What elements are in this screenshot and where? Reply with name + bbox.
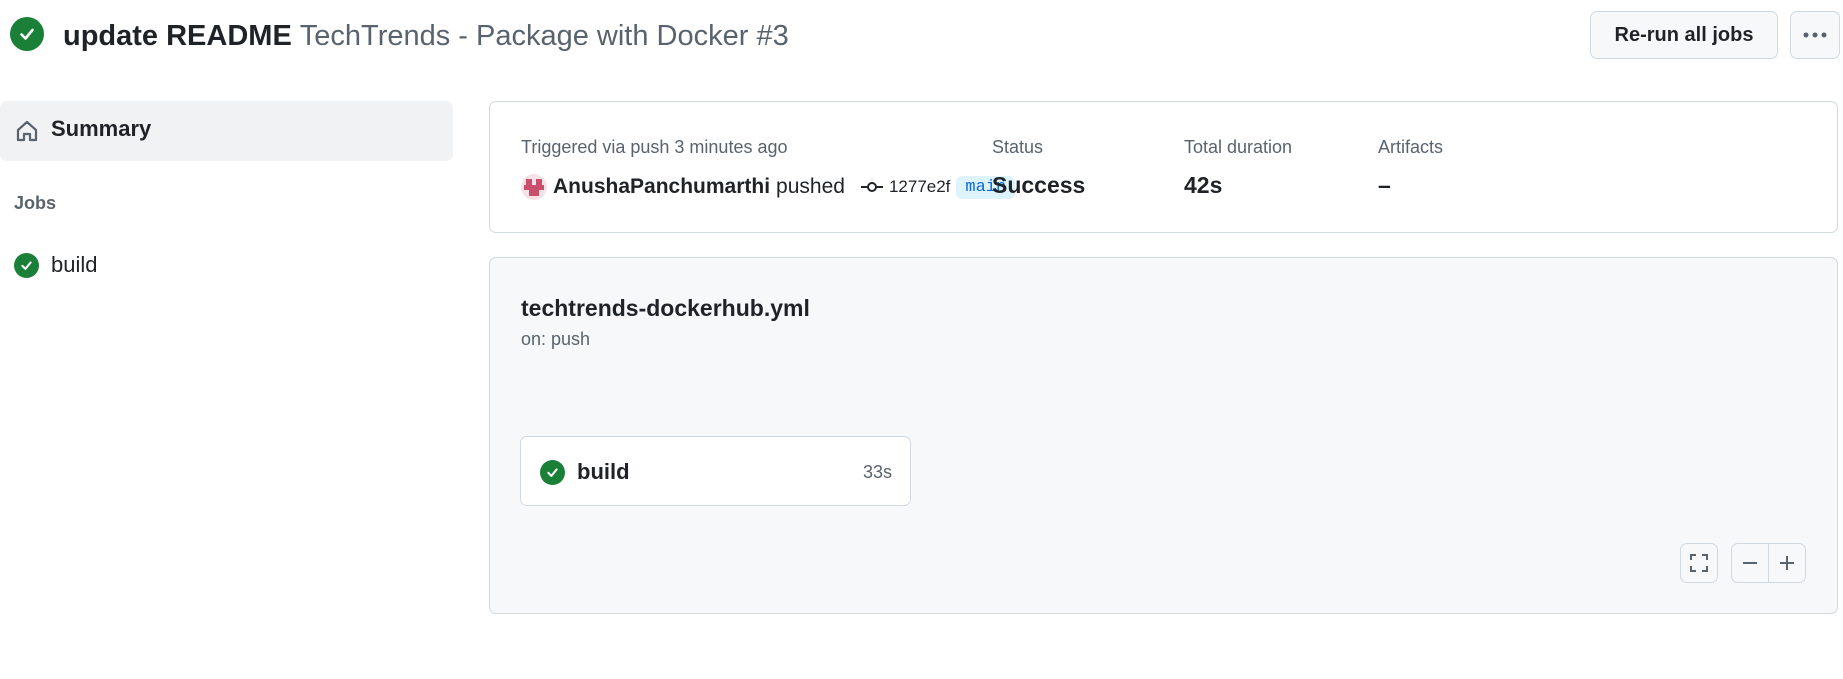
more-options-button[interactable] [1790, 11, 1840, 59]
push-info: AnushaPanchumarthi pushed 1277e2f main [521, 172, 1016, 202]
run-summary-card: Triggered via push 3 minutes ago AnushaP… [489, 101, 1838, 233]
rerun-all-jobs-button[interactable]: Re-run all jobs [1590, 11, 1778, 59]
sidebar-item-build[interactable]: build [0, 241, 453, 287]
status-label: Status [992, 137, 1044, 157]
duration-stat: Total duration 42s [1184, 137, 1292, 199]
commit-sha-link[interactable]: 1277e2f [889, 177, 950, 197]
check-circle-icon [540, 460, 565, 485]
check-circle-icon [10, 17, 44, 51]
duration-label: Total duration [1184, 137, 1293, 157]
zoom-in-icon [1780, 556, 1794, 570]
page-title: update README TechTrends - Package with D… [63, 16, 789, 56]
workflow-file-name[interactable]: techtrends-dockerhub.yml [521, 295, 810, 322]
workflow-graph: techtrends-dockerhub.yml on: push build … [489, 257, 1838, 614]
zoom-out-icon [1743, 562, 1757, 564]
actor-link[interactable]: AnushaPanchumarthi [553, 175, 770, 199]
duration-value: 42s [1184, 172, 1223, 198]
commit-message: update README [63, 20, 292, 52]
artifacts-value: – [1378, 172, 1391, 198]
jobs-heading: Jobs [14, 193, 57, 213]
run-header: update README TechTrends - Package with D… [0, 0, 1843, 74]
sidebar-item-summary[interactable]: Summary [0, 101, 453, 161]
push-action: pushed [776, 175, 845, 198]
workflow-run-name: TechTrends - Package with Docker #3 [299, 20, 789, 52]
artifacts-label: Artifacts [1378, 137, 1444, 157]
fullscreen-button[interactable] [1680, 543, 1718, 583]
home-icon [16, 120, 38, 142]
job-duration: 33s [862, 462, 892, 482]
status-stat: Status Success [992, 137, 1085, 199]
status-value: Success [992, 172, 1086, 198]
fullscreen-icon [1690, 554, 1708, 572]
avatar[interactable] [521, 174, 547, 200]
trigger-info: Triggered via push 3 minutes ago [521, 137, 788, 157]
sidebar-item-label: build [51, 252, 98, 277]
zoom-in-button[interactable] [1768, 543, 1806, 583]
zoom-out-button[interactable] [1731, 543, 1769, 583]
git-commit-icon [860, 182, 883, 192]
job-card-build[interactable]: build 33s [520, 436, 911, 506]
check-circle-icon [14, 253, 39, 278]
workflow-trigger: on: push [521, 329, 591, 349]
artifacts-stat: Artifacts – [1378, 137, 1443, 199]
sidebar-item-label: Summary [51, 116, 152, 141]
job-name: build [577, 459, 630, 484]
kebab-horizontal-icon [1803, 32, 1827, 38]
